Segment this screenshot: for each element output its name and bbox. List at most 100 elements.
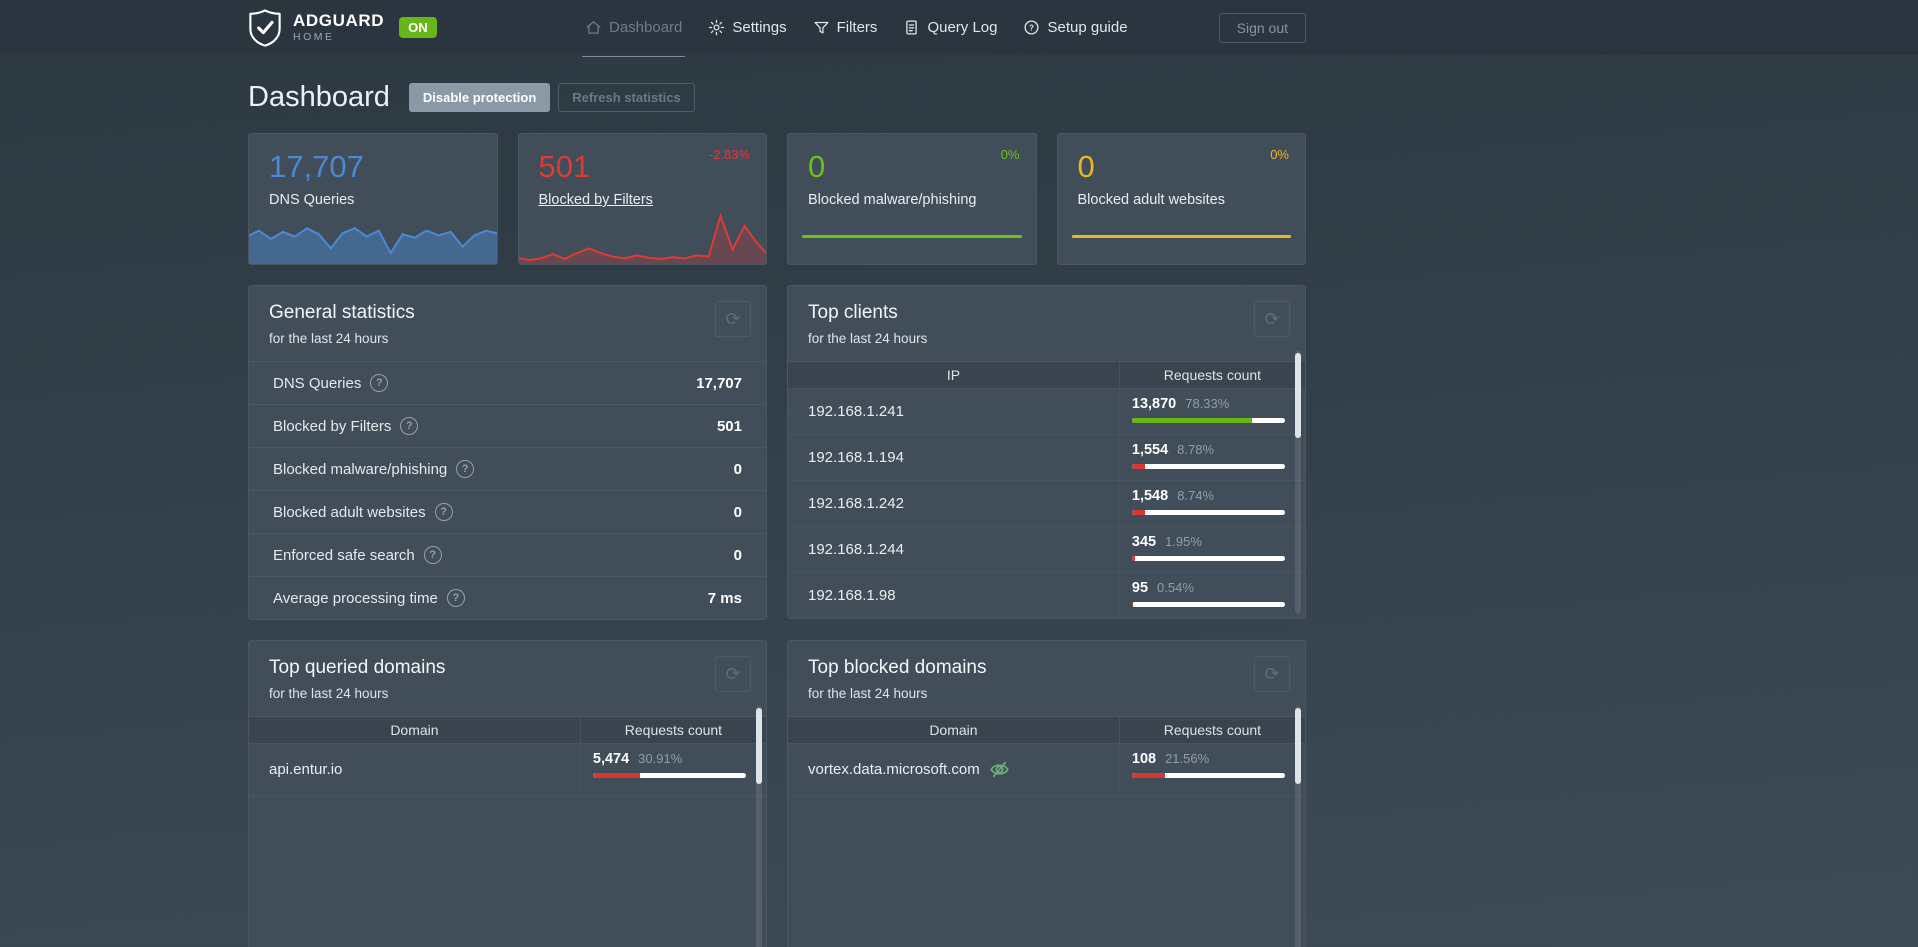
request-count: 13,870 xyxy=(1132,396,1176,412)
top-queried-domains-title: Top queried domains xyxy=(269,657,746,679)
scrollbar-thumb[interactable] xyxy=(1295,353,1301,438)
request-percent: 78.33% xyxy=(1185,396,1229,411)
help-icon[interactable]: ? xyxy=(424,546,442,564)
stat-row: Blocked adult websites? 0 xyxy=(249,490,766,533)
request-percent: 21.56% xyxy=(1165,751,1209,766)
progress-bar xyxy=(1132,464,1285,469)
scrollbar-track[interactable] xyxy=(1295,351,1301,614)
refresh-icon: ⟳ xyxy=(725,309,740,330)
stat-row-value: 7 ms xyxy=(708,590,742,607)
column-header-requests: Requests count xyxy=(1119,717,1305,743)
brand-name: ADGUARD xyxy=(293,12,384,29)
progress-bar xyxy=(1132,602,1285,607)
adguard-home-logo[interactable]: ADGUARD HOME ON xyxy=(248,9,437,47)
stat-row-label: Blocked malware/phishing xyxy=(273,461,447,478)
stat-card-blocked-adult: 0% 0 Blocked adult websites xyxy=(1057,133,1307,265)
scrollbar-thumb[interactable] xyxy=(756,708,762,784)
stat-row: Average processing time? 7 ms xyxy=(249,576,766,619)
client-ip: 192.168.1.98 xyxy=(808,587,896,604)
dns-queries-value: 17,707 xyxy=(269,149,497,185)
client-ip: 192.168.1.242 xyxy=(808,495,904,512)
request-count: 1,548 xyxy=(1132,488,1168,504)
document-icon xyxy=(903,19,920,36)
top-blocked-domains-title: Top blocked domains xyxy=(808,657,1285,679)
nav-settings-label: Settings xyxy=(732,19,786,36)
stat-row-value: 17,707 xyxy=(696,375,742,392)
top-clients-title: Top clients xyxy=(808,302,1285,324)
help-icon[interactable]: ? xyxy=(400,417,418,435)
sign-out-button[interactable]: Sign out xyxy=(1219,13,1306,43)
stat-card-blocked-by-filters: -2.83% 501 Blocked by Filters xyxy=(518,133,768,265)
client-ip: 192.168.1.244 xyxy=(808,541,904,558)
stat-row-label: Enforced safe search xyxy=(273,547,415,564)
client-row: 192.168.1.98 950.54% xyxy=(788,572,1305,618)
refresh-icon: ⟳ xyxy=(1264,309,1279,330)
general-statistics-subtitle: for the last 24 hours xyxy=(269,331,746,346)
refresh-button[interactable]: ⟳ xyxy=(715,656,751,692)
scrollbar-track[interactable] xyxy=(756,706,762,947)
help-icon[interactable]: ? xyxy=(435,503,453,521)
general-statistics-title: General statistics xyxy=(269,302,746,324)
progress-bar xyxy=(1132,773,1285,778)
stat-card-dns-queries: 17,707 DNS Queries xyxy=(248,133,498,265)
nav-dashboard-label: Dashboard xyxy=(609,19,682,36)
disable-protection-button[interactable]: Disable protection xyxy=(409,83,550,112)
request-percent: 0.54% xyxy=(1157,580,1194,595)
funnel-icon xyxy=(813,19,830,36)
request-percent: 8.78% xyxy=(1177,442,1214,457)
question-circle-icon: ? xyxy=(1023,19,1040,36)
blocked-malware-trend: 0% xyxy=(1001,147,1020,162)
help-icon[interactable]: ? xyxy=(447,589,465,607)
dns-queries-sparkline xyxy=(248,204,498,265)
help-icon[interactable]: ? xyxy=(370,374,388,392)
help-icon[interactable]: ? xyxy=(456,460,474,478)
client-ip: 192.168.1.194 xyxy=(808,449,904,466)
dashboard-page: Dashboard Disable protection Refresh sta… xyxy=(248,81,1306,947)
nav-settings[interactable]: Settings xyxy=(708,0,786,55)
brand-sub: HOME xyxy=(293,32,384,43)
gear-icon xyxy=(708,19,725,36)
progress-bar xyxy=(593,773,746,778)
stat-cards-row: 17,707 DNS Queries -2.83% 501 Blocked by… xyxy=(248,133,1306,265)
stat-row-value: 501 xyxy=(717,418,742,435)
request-count: 108 xyxy=(1132,751,1156,767)
refresh-button[interactable]: ⟳ xyxy=(1254,301,1290,337)
client-row: 192.168.1.241 13,87078.33% xyxy=(788,388,1305,434)
request-count: 5,474 xyxy=(593,751,629,767)
refresh-icon: ⟳ xyxy=(725,664,740,685)
request-percent: 8.74% xyxy=(1177,488,1214,503)
nav-query-log[interactable]: Query Log xyxy=(903,0,997,55)
blocked-filters-trend: -2.83% xyxy=(709,147,750,162)
nav-filters[interactable]: Filters xyxy=(813,0,878,55)
svg-text:?: ? xyxy=(1030,23,1035,32)
refresh-button[interactable]: ⟳ xyxy=(715,301,751,337)
table-header: Domain Requests count xyxy=(249,716,766,743)
domain-name: api.entur.io xyxy=(269,761,342,778)
domain-row: vortex.data.microsoft.com 10821.56% xyxy=(788,743,1305,795)
stat-row-label: Blocked adult websites xyxy=(273,504,426,521)
refresh-button[interactable]: ⟳ xyxy=(1254,656,1290,692)
nav-dashboard[interactable]: Dashboard xyxy=(585,0,682,55)
top-blocked-domains-subtitle: for the last 24 hours xyxy=(808,686,1285,701)
nav-setup-guide[interactable]: ? Setup guide xyxy=(1023,0,1127,55)
stat-row-label: Average processing time xyxy=(273,590,438,607)
column-header-domain: Domain xyxy=(249,717,580,743)
nav-menu: Dashboard Settings Filters Query Log ? S… xyxy=(585,0,1128,55)
nav-setup-guide-label: Setup guide xyxy=(1047,19,1127,36)
client-row: 192.168.1.194 1,554 8.78% xyxy=(788,434,1305,480)
progress-bar xyxy=(1132,556,1285,561)
column-header-requests: Requests count xyxy=(580,717,766,743)
top-clients-panel: Top clients for the last 24 hours ⟳ IP R… xyxy=(787,285,1306,619)
scrollbar-track[interactable] xyxy=(1295,706,1301,947)
refresh-statistics-button[interactable]: Refresh statistics xyxy=(558,83,694,112)
shield-check-icon xyxy=(248,9,282,47)
request-count: 1,554 xyxy=(1132,442,1168,458)
general-statistics-panel: General statistics for the last 24 hours… xyxy=(248,285,767,620)
request-count: 345 xyxy=(1132,534,1156,550)
progress-bar xyxy=(1132,510,1285,515)
blocked-adult-label: Blocked adult websites xyxy=(1078,192,1226,208)
domain-row: api.entur.io 5,47430.91% xyxy=(249,743,766,795)
stat-row-value: 0 xyxy=(734,547,742,564)
stat-row: Enforced safe search? 0 xyxy=(249,533,766,576)
scrollbar-thumb[interactable] xyxy=(1295,708,1301,784)
